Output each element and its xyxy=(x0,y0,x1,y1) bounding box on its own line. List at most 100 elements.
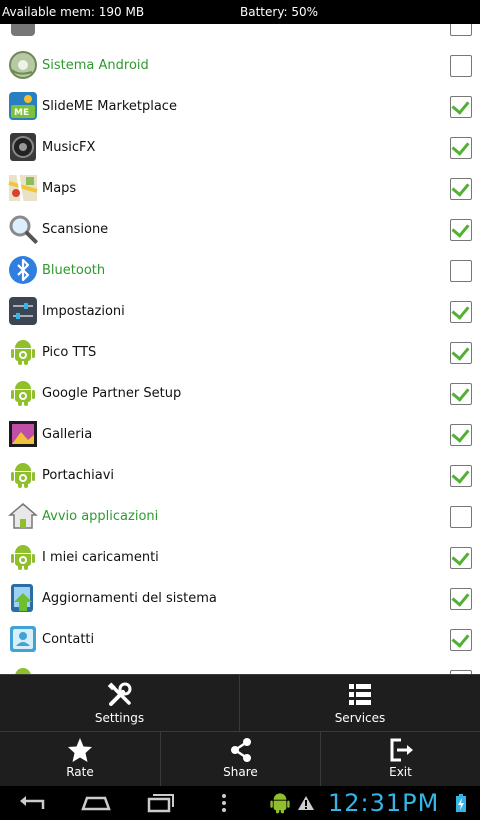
available-memory-text: Available mem: 190 MB xyxy=(2,5,145,19)
app-checkbox[interactable] xyxy=(450,301,472,323)
app-row[interactable] xyxy=(0,24,480,45)
app-row[interactable]: MusicFX xyxy=(0,127,480,168)
share-label: Share xyxy=(223,765,258,779)
screen: Available mem: 190 MB Battery: 50% Siste… xyxy=(0,0,480,820)
app-name: Impostazioni xyxy=(42,304,125,319)
home-nav-icon[interactable] xyxy=(78,790,114,816)
android-robot-icon xyxy=(8,378,38,408)
app-name: I miei caricamenti xyxy=(42,550,159,565)
android-notification-icon[interactable] xyxy=(268,790,292,816)
android-system-icon xyxy=(8,50,38,80)
battery-text: Battery: 50% xyxy=(240,5,319,19)
maps-icon xyxy=(8,173,38,203)
app-checkbox[interactable] xyxy=(450,629,472,651)
app-checkbox[interactable] xyxy=(450,547,472,569)
app-checkbox[interactable] xyxy=(450,383,472,405)
app-row[interactable]: I miei caricamenti xyxy=(0,537,480,578)
status-bar: Available mem: 190 MB Battery: 50% xyxy=(0,0,480,24)
app-row[interactable]: Impostazioni xyxy=(0,291,480,332)
settings-menu-item[interactable]: Settings xyxy=(0,675,239,731)
checkmark-icon xyxy=(451,424,470,443)
app-name: Aggiornamenti del sistema xyxy=(42,591,217,606)
app-row[interactable]: Bluetooth xyxy=(0,250,480,291)
app-name: Contatti xyxy=(42,632,95,647)
warning-icon[interactable] xyxy=(295,790,317,816)
app-checkbox[interactable] xyxy=(450,55,472,77)
checkmark-icon xyxy=(451,219,470,238)
generic-app-icon xyxy=(8,24,38,39)
app-checkbox[interactable] xyxy=(450,219,472,241)
exit-menu-item[interactable]: Exit xyxy=(321,732,480,787)
bluetooth-icon xyxy=(8,255,38,285)
home-icon xyxy=(8,501,38,531)
android-robot-icon xyxy=(8,542,38,572)
app-checkbox[interactable] xyxy=(450,506,472,528)
app-checkbox[interactable] xyxy=(450,342,472,364)
svg-text:ME: ME xyxy=(14,108,29,118)
app-checkbox[interactable] xyxy=(450,588,472,610)
app-list[interactable]: Sistema Android ME SlideME Marketplace Musi… xyxy=(0,24,480,674)
settings-label: Settings xyxy=(94,711,145,725)
app-checkbox[interactable] xyxy=(450,178,472,200)
app-row[interactable]: Contatti xyxy=(0,619,480,660)
app-row[interactable]: Pico TTS xyxy=(0,332,480,373)
rate-menu-item[interactable]: Rate xyxy=(0,732,160,787)
star-icon xyxy=(68,738,92,762)
app-row[interactable]: Aggiornamenti del sistema xyxy=(0,578,480,619)
checkmark-icon xyxy=(451,383,470,402)
checkmark-icon xyxy=(451,137,470,156)
app-name: Pico TTS xyxy=(42,345,97,360)
slideme-icon: ME xyxy=(8,91,38,121)
app-row[interactable]: Portachiavi xyxy=(0,455,480,496)
speaker-icon xyxy=(8,132,38,162)
app-name: Google Partner Setup xyxy=(42,386,182,401)
app-name: Galleria xyxy=(42,427,93,442)
app-name: Bluetooth xyxy=(42,263,106,278)
app-row[interactable]: Maps xyxy=(0,168,480,209)
app-checkbox[interactable] xyxy=(450,260,472,282)
app-checkbox[interactable] xyxy=(450,424,472,446)
overflow-menu-icon[interactable] xyxy=(214,790,234,816)
app-row[interactable]: ME SlideME Marketplace xyxy=(0,86,480,127)
checkmark-icon xyxy=(451,178,470,197)
system-update-icon xyxy=(8,583,38,613)
app-name: Atci_service xyxy=(42,660,120,674)
back-icon[interactable] xyxy=(14,790,50,816)
app-checkbox[interactable] xyxy=(450,96,472,118)
clock-text: 12:31PM xyxy=(328,789,440,817)
android-robot-icon xyxy=(8,460,38,490)
app-checkbox[interactable] xyxy=(450,24,472,36)
checkmark-icon xyxy=(451,588,470,607)
tools-icon xyxy=(107,682,131,706)
exit-label: Exit xyxy=(389,765,412,779)
gallery-icon xyxy=(8,419,38,449)
app-row[interactable]: Atci_service xyxy=(0,660,480,674)
app-row[interactable]: Galleria xyxy=(0,414,480,455)
app-row[interactable]: Sistema Android xyxy=(0,45,480,86)
recents-icon[interactable] xyxy=(142,790,178,816)
app-row[interactable]: Google Partner Setup xyxy=(0,373,480,414)
app-list-inner: Sistema Android ME SlideME Marketplace Musi… xyxy=(0,24,480,674)
app-checkbox[interactable] xyxy=(450,137,472,159)
exit-icon xyxy=(390,738,413,762)
app-name: Avvio applicazioni xyxy=(42,509,159,524)
battery-icon xyxy=(454,790,468,816)
app-name: SlideME Marketplace xyxy=(42,99,177,114)
app-name: Maps xyxy=(42,181,77,196)
app-checkbox[interactable] xyxy=(450,465,472,487)
options-menu: Settings Services Rate Share Exit xyxy=(0,674,480,787)
app-name: Sistema Android xyxy=(42,58,149,73)
magnifier-icon xyxy=(8,214,38,244)
list-icon xyxy=(349,684,371,705)
android-robot-icon xyxy=(8,665,38,674)
checkmark-icon xyxy=(451,465,470,484)
checkmark-icon xyxy=(451,96,470,115)
app-row[interactable]: Scansione xyxy=(0,209,480,250)
system-nav-bar: 12:31PM xyxy=(0,786,480,820)
share-menu-item[interactable]: Share xyxy=(161,732,320,787)
share-icon xyxy=(230,738,251,762)
app-row[interactable]: Avvio applicazioni xyxy=(0,496,480,537)
services-menu-item[interactable]: Services xyxy=(240,675,480,731)
app-name: Scansione xyxy=(42,222,109,237)
rate-label: Rate xyxy=(66,765,94,779)
